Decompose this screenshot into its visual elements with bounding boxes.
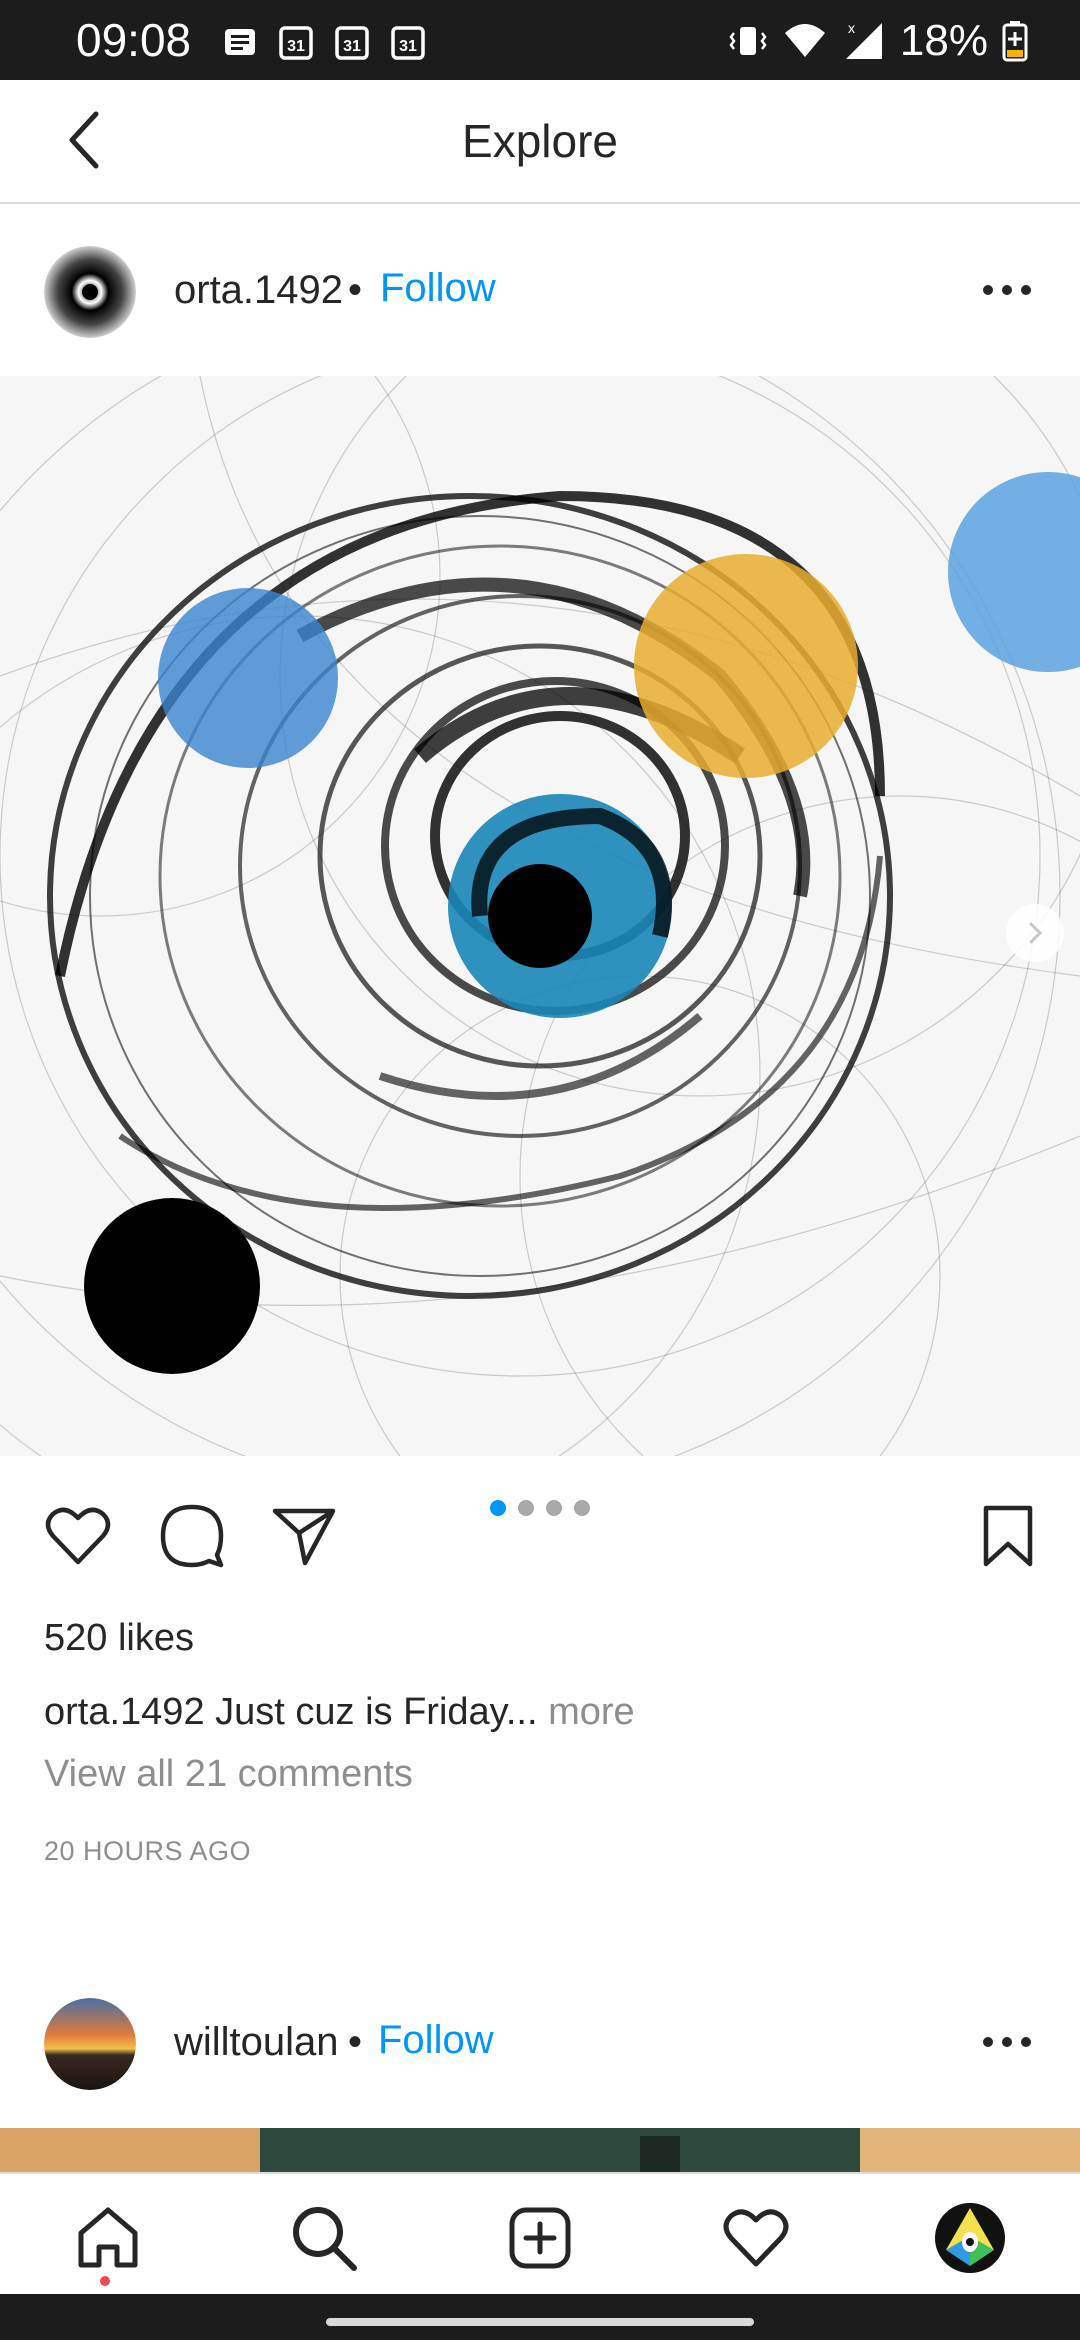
battery-icon xyxy=(1002,21,1028,62)
post-timestamp: 20 HOURS AGO xyxy=(44,1836,252,1866)
post-header: willtoulan • Follow xyxy=(0,1982,1080,2102)
add-post-icon xyxy=(509,2207,571,2269)
carousel-dot xyxy=(574,1500,590,1516)
username[interactable]: orta.1492 xyxy=(174,266,343,314)
chevron-right-icon xyxy=(1029,922,1043,944)
vibrate-icon xyxy=(729,27,767,55)
caption-text: Just cuz is Friday... xyxy=(215,1691,538,1733)
post-image[interactable] xyxy=(0,376,1080,1456)
heart-icon xyxy=(723,2209,789,2267)
nav-create[interactable] xyxy=(500,2198,580,2278)
nav-activity[interactable] xyxy=(716,2198,796,2278)
more-options-button[interactable] xyxy=(972,2012,1042,2072)
svg-text:31: 31 xyxy=(287,38,305,55)
gesture-handle[interactable] xyxy=(326,2318,754,2326)
nav-profile[interactable] xyxy=(930,2198,1010,2278)
calendar-icon: 31 xyxy=(335,26,369,60)
caption: orta.1492 Just cuz is Friday... more xyxy=(44,1688,635,1736)
gesture-area xyxy=(0,2294,1080,2340)
avatar[interactable] xyxy=(44,1998,136,2090)
calendar-icon: 31 xyxy=(391,26,425,60)
post-image-preview xyxy=(0,2128,1080,2172)
likes-count[interactable]: 520 likes xyxy=(44,1614,194,1662)
avatar-image xyxy=(44,246,136,338)
svg-text:x: x xyxy=(848,20,855,36)
cell-signal-icon: x xyxy=(845,20,882,59)
app-header: Explore xyxy=(0,80,1080,204)
calendar-icon: 31 xyxy=(279,26,313,60)
more-icon xyxy=(983,285,1031,295)
avatar-image xyxy=(44,1998,136,2090)
profile-avatar-icon xyxy=(935,2203,1005,2273)
follow-button[interactable]: Follow xyxy=(380,264,496,312)
carousel-next-button[interactable] xyxy=(1006,904,1064,962)
post-image[interactable] xyxy=(0,2128,1080,2172)
post-artwork xyxy=(0,376,1080,1456)
nav-home[interactable] xyxy=(68,2198,148,2278)
more-options-button[interactable] xyxy=(972,260,1042,320)
post-header: orta.1492 • Follow xyxy=(0,230,1080,350)
svg-text:31: 31 xyxy=(343,38,361,55)
status-bar: 09:08 31 31 31 x 18% xyxy=(0,0,1080,80)
caption-more-link[interactable]: more xyxy=(548,1691,635,1733)
search-icon xyxy=(293,2207,357,2271)
carousel-dot xyxy=(490,1500,506,1516)
carousel-dot xyxy=(518,1500,534,1516)
page-title: Explore xyxy=(462,115,618,167)
username[interactable]: willtoulan xyxy=(174,2018,339,2066)
nav-search[interactable] xyxy=(284,2198,364,2278)
notification-icons: 31 31 31 xyxy=(222,22,426,62)
status-right: x 18% xyxy=(728,18,1028,64)
home-notification-dot xyxy=(100,2276,110,2286)
carousel-indicator xyxy=(0,1500,1080,1516)
home-icon xyxy=(78,2207,138,2268)
view-comments-link[interactable]: View all 21 comments xyxy=(44,1750,413,1798)
caption-username[interactable]: orta.1492 xyxy=(44,1691,205,1733)
separator-dot: • xyxy=(348,2020,363,2064)
bottom-navigation xyxy=(0,2172,1080,2294)
status-time: 09:08 xyxy=(76,14,192,66)
separator-dot: • xyxy=(348,268,363,312)
follow-button[interactable]: Follow xyxy=(378,2016,494,2064)
wifi-icon xyxy=(784,24,825,57)
message-icon xyxy=(225,29,255,55)
carousel-dot xyxy=(546,1500,562,1516)
battery-percent: 18% xyxy=(899,16,988,65)
avatar[interactable] xyxy=(44,246,136,338)
more-icon xyxy=(983,2037,1031,2047)
svg-text:31: 31 xyxy=(399,38,417,55)
